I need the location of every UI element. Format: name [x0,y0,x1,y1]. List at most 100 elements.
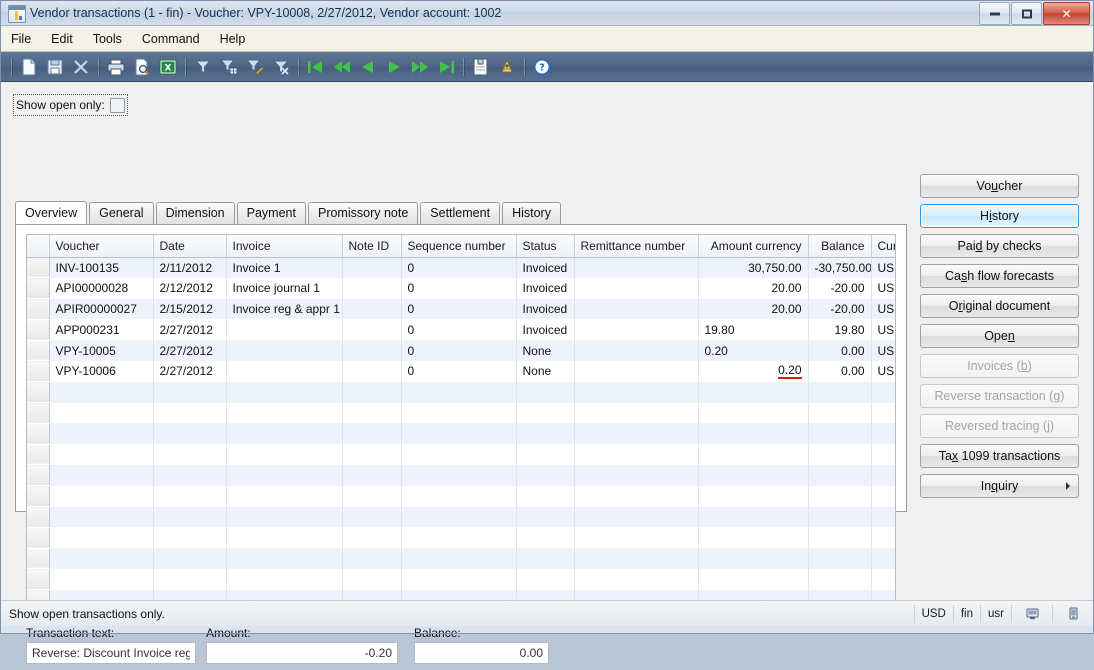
cell-empty[interactable] [871,507,896,528]
previous-page-icon[interactable] [330,55,354,79]
menu-item-tools[interactable]: Tools [83,29,132,49]
table-row-empty[interactable] [27,569,896,590]
tab-general[interactable]: General [89,202,153,224]
row-selector[interactable] [27,340,49,361]
cell-empty[interactable] [342,569,401,590]
cell-note-id[interactable] [342,361,401,382]
cell-empty[interactable] [698,444,808,465]
menu-item-help[interactable]: Help [210,29,256,49]
column-header-remittance-number[interactable]: Remittance number [574,235,698,257]
cell-empty[interactable] [574,444,698,465]
cell-empty[interactable] [871,486,896,507]
cell-empty[interactable] [49,527,153,548]
cell-empty[interactable] [808,423,871,444]
cell-empty[interactable] [698,548,808,569]
tab-promissory-note[interactable]: Promissory note [308,202,418,224]
row-selector[interactable] [27,486,49,507]
cell-empty[interactable] [871,423,896,444]
print-icon[interactable] [104,55,128,79]
cell-amount-currency[interactable]: 19.80 [698,319,808,340]
filter-by-selection-icon[interactable] [191,55,215,79]
cell-voucher[interactable]: APIR00000027 [49,299,153,320]
close-button[interactable]: ✕ [1043,2,1090,25]
cell-note-id[interactable] [342,340,401,361]
cell-voucher[interactable]: VPY-10006 [49,361,153,382]
cell-date[interactable]: 2/12/2012 [153,278,226,299]
cell-sequence-number[interactable]: 0 [401,361,516,382]
remove-filter-icon[interactable] [269,55,293,79]
cell-empty[interactable] [401,465,516,486]
minimize-button[interactable] [979,2,1010,25]
row-selector[interactable] [27,278,49,299]
column-header-sequence-number[interactable]: Sequence number [401,235,516,257]
cell-currency[interactable]: USD [871,361,896,382]
cell-empty[interactable] [226,548,342,569]
cell-empty[interactable] [226,527,342,548]
cell-empty[interactable] [574,486,698,507]
first-record-icon[interactable] [304,55,328,79]
cell-sequence-number[interactable]: 0 [401,257,516,278]
row-selector[interactable] [27,444,49,465]
tab-dimension[interactable]: Dimension [156,202,235,224]
cell-empty[interactable] [49,507,153,528]
cell-empty[interactable] [516,403,574,424]
table-row-empty[interactable] [27,486,896,507]
cell-empty[interactable] [153,444,226,465]
column-header-date[interactable]: Date [153,235,226,257]
cell-balance[interactable]: 0.00 [808,361,871,382]
cell-amount-currency[interactable]: 20.00 [698,299,808,320]
cell-voucher[interactable]: VPY-10005 [49,340,153,361]
cell-balance[interactable]: 0.00 [808,340,871,361]
cell-empty[interactable] [342,423,401,444]
cell-empty[interactable] [401,548,516,569]
cell-empty[interactable] [153,403,226,424]
cell-empty[interactable] [342,403,401,424]
cell-currency[interactable]: USD [871,319,896,340]
row-selector[interactable] [27,299,49,320]
cell-empty[interactable] [574,548,698,569]
row-selector[interactable] [27,527,49,548]
cell-empty[interactable] [401,527,516,548]
transactions-grid[interactable]: VoucherDateInvoiceNote IDSequence number… [26,234,896,602]
cell-empty[interactable] [226,465,342,486]
column-header-currency[interactable]: Currency [871,235,896,257]
cell-empty[interactable] [574,507,698,528]
cell-empty[interactable] [49,382,153,403]
cell-voucher[interactable]: APP000231 [49,319,153,340]
cell-note-id[interactable] [342,257,401,278]
button-open[interactable]: Open [920,324,1079,348]
cell-amount-currency[interactable]: 0.20 [698,361,808,382]
table-row[interactable]: VPY-100052/27/20120None0.200.00USD [27,340,896,361]
column-header-voucher[interactable]: Voucher [49,235,153,257]
tab-history[interactable]: History [502,202,561,224]
cell-empty[interactable] [226,569,342,590]
cell-remittance-number[interactable] [574,299,698,320]
cell-currency[interactable]: USD [871,257,896,278]
cell-empty[interactable] [574,403,698,424]
cell-empty[interactable] [808,465,871,486]
advanced-filter-icon[interactable] [243,55,267,79]
cell-empty[interactable] [698,465,808,486]
table-row-empty[interactable] [27,423,896,444]
cell-empty[interactable] [871,382,896,403]
cell-note-id[interactable] [342,319,401,340]
field-input[interactable] [414,642,549,664]
export-to-excel-icon[interactable]: X [156,55,180,79]
cell-empty[interactable] [342,444,401,465]
table-row-empty[interactable] [27,507,896,528]
cell-currency[interactable]: USD [871,278,896,299]
cell-empty[interactable] [871,465,896,486]
cell-invoice[interactable] [226,340,342,361]
cell-sequence-number[interactable]: 0 [401,340,516,361]
table-row-empty[interactable] [27,527,896,548]
cell-empty[interactable] [871,569,896,590]
cell-empty[interactable] [401,486,516,507]
table-row[interactable]: API000000282/12/2012Invoice journal 10In… [27,278,896,299]
cell-empty[interactable] [342,382,401,403]
cell-empty[interactable] [153,527,226,548]
cell-remittance-number[interactable] [574,319,698,340]
cell-amount-currency[interactable]: 20.00 [698,278,808,299]
cell-sequence-number[interactable]: 0 [401,278,516,299]
cell-remittance-number[interactable] [574,278,698,299]
table-row-empty[interactable] [27,382,896,403]
